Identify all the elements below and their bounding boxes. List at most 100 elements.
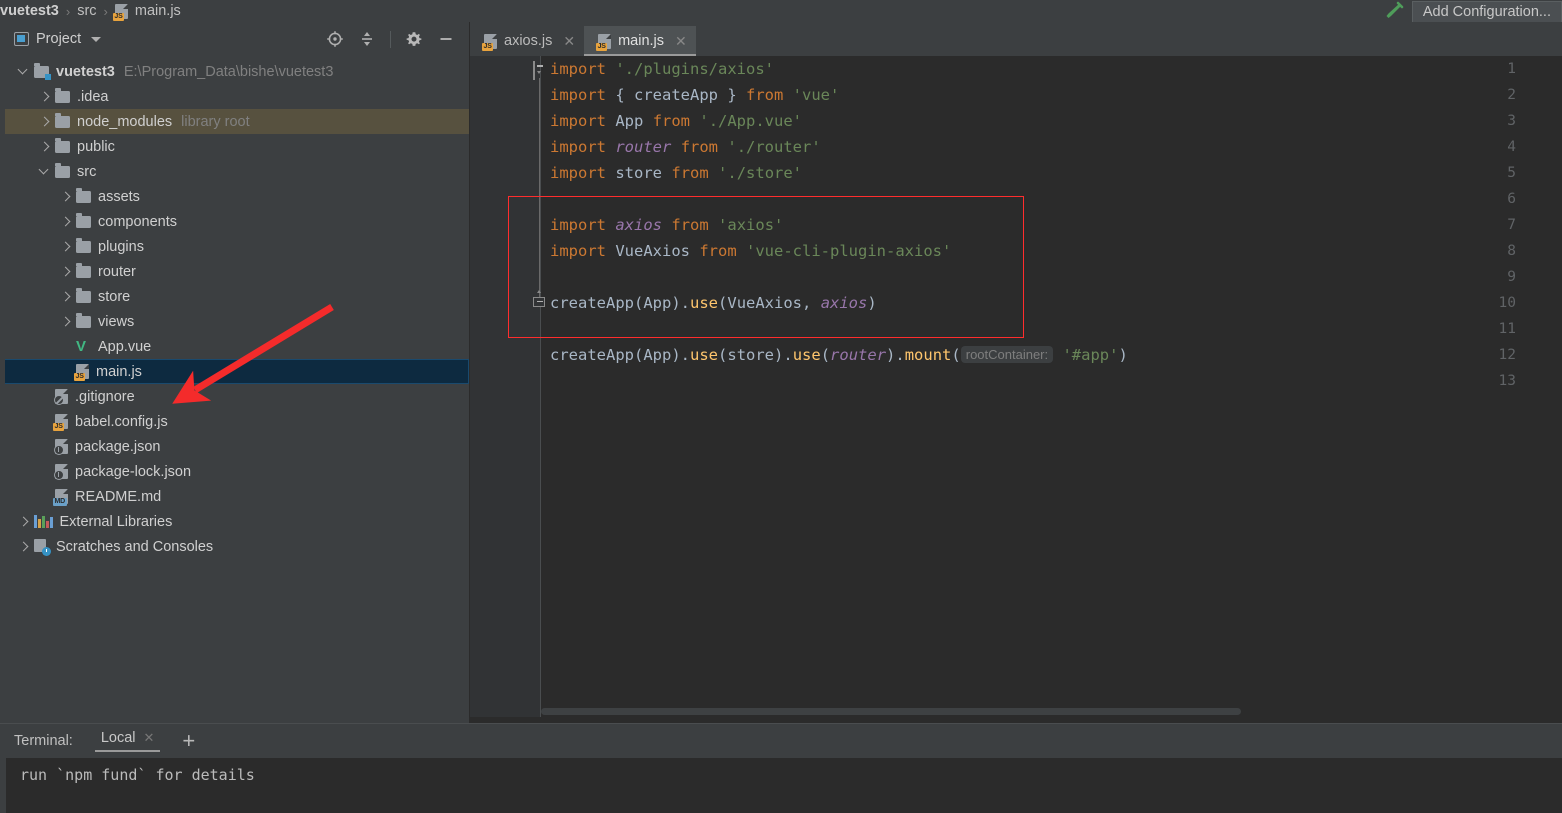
code-token: import: [550, 216, 606, 234]
hammer-icon[interactable]: [1382, 0, 1404, 22]
vue-file-icon: V: [76, 338, 87, 355]
project-tool-window: Project vuetest3 E:\Program_Data\bishe\v…: [0, 22, 470, 723]
tree-row-label: node_modules: [77, 113, 173, 130]
code-content[interactable]: import './plugins/axios' import { createA…: [550, 56, 1562, 394]
tree-row-external-libraries[interactable]: External Libraries: [0, 509, 469, 534]
code-editor[interactable]: 1 2 3 4 5 6 7 8 9 10 11 12 13 import './plugins/axio…: [470, 56, 1562, 717]
chevron-down-icon[interactable]: [39, 166, 50, 177]
code-token: App: [643, 294, 672, 312]
tree-row-src[interactable]: src: [0, 159, 469, 184]
close-icon[interactable]: ✕: [563, 34, 575, 48]
code-line[interactable]: import VueAxios from 'vue-cli-plugin-axi…: [550, 238, 1562, 264]
chevron-right-icon[interactable]: [18, 541, 29, 552]
tree-row-store[interactable]: store: [0, 284, 469, 309]
code-line[interactable]: import './plugins/axios': [550, 56, 1562, 82]
chevron-down-icon[interactable]: [18, 66, 29, 77]
hammer-icon-svg: [1386, 1, 1404, 18]
code-line[interactable]: [550, 264, 1562, 290]
editor-tab-main[interactable]: JS main.js ✕: [584, 26, 696, 56]
code-line[interactable]: import store from './store': [550, 160, 1562, 186]
scratches-icon: [34, 539, 51, 556]
chevron-right-icon[interactable]: [39, 141, 50, 152]
code-line[interactable]: createApp(App).use(VueAxios, axios): [550, 290, 1562, 316]
tree-row-readme-md[interactable]: MD README.md: [0, 484, 469, 509]
tree-row-label: README.md: [75, 488, 162, 505]
breadcrumb-label: src: [77, 3, 97, 19]
chevron-right-icon[interactable]: [18, 516, 29, 527]
breadcrumb-separator-icon: ›: [103, 3, 108, 19]
chevron-right-icon[interactable]: [39, 91, 50, 102]
tree-row-package-json[interactable]: package.json: [0, 434, 469, 459]
chevron-right-icon[interactable]: [39, 116, 50, 127]
tree-row-babel-config-js[interactable]: JS babel.config.js: [0, 409, 469, 434]
tree-row-router[interactable]: router: [0, 259, 469, 284]
code-line[interactable]: createApp(App).use(store).use(router).mo…: [550, 342, 1562, 368]
tree-row-scratches-and-consoles[interactable]: Scratches and Consoles: [0, 534, 469, 559]
code-token: ).: [774, 346, 793, 364]
chevron-right-icon[interactable]: [60, 216, 71, 227]
chevron-right-icon[interactable]: [60, 266, 71, 277]
close-icon[interactable]: ✕: [675, 34, 687, 48]
breadcrumb-item-src[interactable]: src: [77, 3, 96, 19]
code-line[interactable]: [550, 316, 1562, 342]
chevron-right-icon[interactable]: [60, 241, 71, 252]
ide-window: vuetest3 › src › JS main.js Add Configur…: [0, 0, 1562, 813]
code-line[interactable]: import axios from 'axios': [550, 212, 1562, 238]
add-configuration-button[interactable]: Add Configuration...: [1411, 0, 1562, 24]
code-line[interactable]: [550, 368, 1562, 394]
tree-row-components[interactable]: components: [0, 209, 469, 234]
scrollbar-thumb[interactable]: [541, 708, 1241, 715]
chevron-right-icon[interactable]: [60, 291, 71, 302]
project-panel-title-group[interactable]: Project: [14, 31, 102, 47]
code-line[interactable]: import App from './App.vue': [550, 108, 1562, 134]
code-token: './App.vue': [699, 112, 803, 130]
chevron-down-icon[interactable]: [91, 36, 102, 42]
collapse-all-icon[interactable]: [358, 30, 376, 48]
js-file-icon: JS: [53, 414, 68, 431]
minimize-icon[interactable]: [437, 30, 455, 48]
tree-row-vuetest3[interactable]: vuetest3 E:\Program_Data\bishe\vuetest3: [0, 59, 469, 84]
close-icon[interactable]: ✕: [144, 730, 155, 746]
fold-marker-end-icon[interactable]: [533, 289, 546, 307]
locate-icon[interactable]: [326, 30, 344, 48]
breadcrumb-item-file[interactable]: JS main.js: [112, 3, 181, 21]
chevron-right-icon[interactable]: [60, 191, 71, 202]
chevron-right-icon[interactable]: [60, 316, 71, 327]
tree-row-gitignore[interactable]: .gitignore: [0, 384, 469, 409]
code-line[interactable]: import router from './router': [550, 134, 1562, 160]
tree-row-node-modules[interactable]: node_modules library root: [0, 109, 469, 134]
breadcrumb-label: main.js: [134, 3, 181, 19]
tree-row-label: App.vue: [98, 338, 152, 355]
editor-horizontal-scrollbar[interactable]: [541, 706, 1562, 717]
code-line[interactable]: [550, 186, 1562, 212]
terminal-tab-local[interactable]: Local ✕: [94, 730, 161, 752]
code-token: import: [550, 112, 606, 130]
code-line[interactable]: import { createApp } from 'vue': [550, 82, 1562, 108]
json-file-icon: [54, 464, 68, 480]
terminal-output[interactable]: run `npm fund` for details: [0, 758, 1562, 813]
code-token: store: [727, 346, 775, 364]
folder-icon: [76, 187, 91, 203]
editor-gutter[interactable]: [470, 56, 540, 717]
gear-icon[interactable]: [405, 30, 423, 48]
project-tree[interactable]: vuetest3 E:\Program_Data\bishe\vuetest3 .i…: [0, 56, 469, 559]
tree-row-idea[interactable]: .idea: [0, 84, 469, 109]
plus-icon[interactable]: +: [182, 730, 195, 752]
tree-row-package-lock-json[interactable]: package-lock.json: [0, 459, 469, 484]
js-file-icon: JS: [112, 3, 128, 21]
tree-row-app-vue[interactable]: V App.vue: [0, 334, 469, 359]
tree-row-views[interactable]: views: [0, 309, 469, 334]
tree-row-assets[interactable]: assets: [0, 184, 469, 209]
tree-row-public[interactable]: public: [0, 134, 469, 159]
breadcrumb-item-project[interactable]: vuetest3: [0, 3, 59, 19]
editor-tab-axios[interactable]: JS axios.js ✕: [470, 26, 584, 56]
tree-row-plugins[interactable]: plugins: [0, 234, 469, 259]
tree-row-main-js[interactable]: JS main.js: [0, 359, 469, 384]
code-token: createApp: [550, 294, 634, 312]
tree-row-label: router: [98, 263, 136, 280]
fold-marker-start-icon[interactable]: [533, 61, 546, 80]
